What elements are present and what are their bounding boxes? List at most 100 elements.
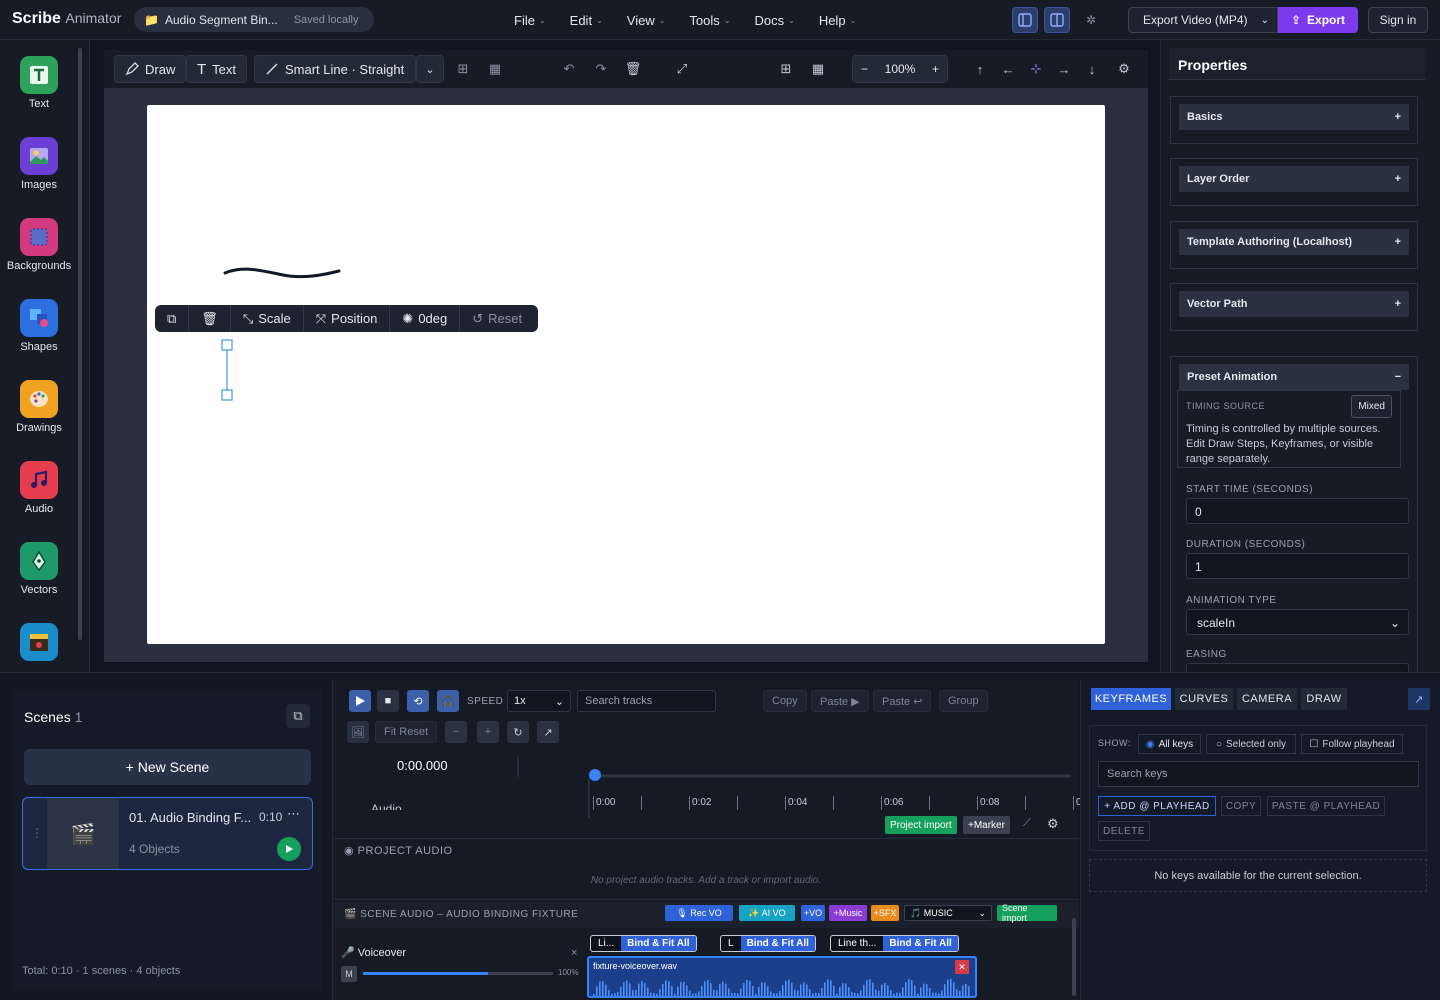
music-select[interactable]: 🎵 MUSIC ⌄ (904, 905, 992, 921)
edit-icon[interactable]: ⟋ (1023, 817, 1031, 830)
tab-keyframes[interactable]: KEYFRAMES (1091, 688, 1171, 710)
bind-fit-button-1[interactable]: Bind & Fit All (621, 936, 696, 951)
expand-icon[interactable]: ↗ (537, 721, 559, 743)
add-sfx-button[interactable]: +SFX (871, 905, 899, 921)
section-layer-order-header[interactable]: Layer Order + (1179, 166, 1409, 192)
start-time-input[interactable]: 0 (1186, 498, 1409, 524)
animation-type-select[interactable]: scaleIn ⌄ (1186, 609, 1409, 635)
search-keys-input[interactable]: Search keys (1098, 761, 1419, 787)
snap-grid-icon[interactable]: ▦ (804, 55, 832, 83)
grid-icon[interactable]: ⊞ (772, 55, 800, 83)
menu-tools[interactable]: Tools ⌄ (677, 13, 742, 28)
menu-file[interactable]: File ⌄ (502, 13, 558, 28)
gear-icon[interactable]: ⚙ (1047, 816, 1059, 832)
bind-fit-button-2[interactable]: Bind & Fit All (740, 936, 815, 951)
library-shapes[interactable]: Shapes (0, 299, 78, 353)
clip-chip-2[interactable]: L Bind & Fit All (720, 935, 816, 952)
zoom-out-icon[interactable]: − (445, 721, 467, 743)
search-tracks-input[interactable]: Search tracks (577, 690, 716, 712)
draw-tool-button[interactable]: Draw (114, 55, 187, 83)
paste-at-playhead-button[interactable]: PASTE @ PLAYHEAD (1267, 796, 1385, 816)
fit-reset-button[interactable]: Fit Reset (375, 721, 438, 743)
duplicate-button[interactable]: ⧉ (155, 305, 190, 332)
project-import-button[interactable]: Project import (885, 816, 957, 834)
rotation-button[interactable]: ✺ 0deg (390, 305, 461, 332)
trash-icon[interactable]: 🗑 (619, 55, 647, 83)
record-vo-button[interactable]: 🎙 Rec VO (665, 905, 733, 921)
library-audio[interactable]: Audio (0, 461, 78, 515)
arrow-left-icon[interactable]: ← (994, 55, 1022, 83)
menu-view[interactable]: View ⌄ (615, 13, 678, 28)
library-drawings[interactable]: Drawings (0, 380, 78, 434)
duration-input[interactable]: 1 (1186, 553, 1409, 579)
redo-icon[interactable]: ↷ (587, 55, 615, 83)
center-icon[interactable]: ⊹ (1022, 55, 1050, 83)
section-vector-path-header[interactable]: Vector Path + (1179, 291, 1409, 317)
remove-track-icon[interactable]: × (571, 947, 577, 959)
library-clapper[interactable] (0, 623, 78, 665)
ai-vo-button[interactable]: ✨ AI VO (739, 905, 795, 921)
ungroup-icon[interactable]: ▦ (481, 55, 509, 83)
export-format-select[interactable]: Export Video (MP4) ⌄ (1128, 7, 1278, 33)
duplicate-scene-button[interactable]: ⧉ (286, 704, 310, 728)
filter-all-keys[interactable]: ◉ All keys (1138, 734, 1201, 754)
scene-canvas[interactable] (147, 105, 1105, 644)
headphones-button[interactable]: 🎧 (437, 690, 459, 712)
clip-chip-3[interactable]: Line th... Bind & Fit All (830, 935, 959, 952)
fullscreen-icon[interactable]: ⤢ (668, 55, 696, 83)
drawn-stroke[interactable] (223, 265, 343, 285)
loop-button[interactable]: ⟲ (407, 690, 429, 712)
playhead-handle[interactable] (589, 769, 601, 781)
section-basics-header[interactable]: Basics + (1179, 104, 1409, 130)
text-tool-button[interactable]: T Text (186, 55, 248, 83)
library-text[interactable]: Text (0, 56, 78, 110)
position-button[interactable]: ⤧ Position (304, 305, 391, 332)
layout-left-panel-button[interactable] (1012, 7, 1038, 33)
scene-import-button[interactable]: Scene import (997, 903, 1057, 923)
library-scrollbar[interactable] (78, 48, 82, 640)
volume-slider[interactable] (363, 972, 553, 975)
play-button[interactable] (349, 690, 371, 712)
popout-icon[interactable]: ↗ (1408, 688, 1430, 710)
add-marker-button[interactable]: +Marker (963, 816, 1010, 834)
paste-insert-button[interactable]: Paste ↩ (873, 690, 932, 712)
smart-line-dropdown[interactable]: ⌄ (416, 55, 444, 83)
zoom-in-icon[interactable]: + (932, 62, 939, 76)
copy-keys-button[interactable]: COPY (1221, 796, 1261, 816)
add-vo-button[interactable]: +VO (801, 905, 825, 921)
filter-selected-only[interactable]: ○ Selected only (1206, 734, 1296, 754)
reset-button[interactable]: ↺ Reset (460, 305, 534, 332)
clip-chip-1[interactable]: Li... Bind & Fit All (590, 935, 697, 952)
scene-card[interactable]: ⋮⋮ 🎬 01. Audio Binding F... 0:10 ⋯ 4 Obj… (22, 797, 313, 870)
more-icon[interactable]: ⋯ (287, 806, 300, 822)
smart-line-tool-button[interactable]: Smart Line · Straight (254, 55, 416, 83)
layout-right-panel-button[interactable] (1044, 7, 1070, 33)
new-scene-button[interactable]: + New Scene (24, 749, 311, 785)
bind-fit-button-3[interactable]: Bind & Fit All (883, 936, 958, 951)
copy-button[interactable]: Copy (763, 690, 807, 712)
scale-button[interactable]: ⤡ Scale (231, 305, 304, 332)
zoom-in-icon[interactable]: + (477, 721, 499, 743)
play-scene-button[interactable] (277, 837, 301, 861)
arrow-down-icon[interactable]: ↓ (1078, 55, 1106, 83)
sign-in-button[interactable]: Sign in (1368, 7, 1428, 33)
easing-select[interactable] (1186, 663, 1409, 672)
add-at-playhead-button[interactable]: + ADD @ PLAYHEAD (1098, 796, 1216, 816)
menu-help[interactable]: Help ⌄ (807, 13, 868, 28)
speed-select[interactable]: 1x ⌄ (507, 690, 571, 712)
section-template-authoring-header[interactable]: Template Authoring (Localhost) + (1179, 229, 1409, 255)
timeline-scrollbar[interactable] (1072, 918, 1076, 996)
arrow-up-icon[interactable]: ↑ (966, 55, 994, 83)
tab-draw[interactable]: DRAW (1301, 688, 1347, 710)
audio-clip[interactable]: fixture-voiceover.wav ✕ (587, 956, 977, 998)
group-icon[interactable]: ⊞ (449, 55, 477, 83)
delete-button[interactable]: 🗑 (189, 305, 231, 332)
mute-button[interactable]: M (341, 966, 357, 982)
library-backgrounds[interactable]: Backgrounds (0, 218, 78, 272)
timing-mixed-badge[interactable]: Mixed (1351, 395, 1392, 418)
library-images[interactable]: Images (0, 137, 78, 191)
export-button[interactable]: ⇪ Export (1278, 7, 1358, 33)
group-button[interactable]: Group (939, 690, 988, 712)
stop-button[interactable]: ■ (377, 690, 399, 712)
library-vectors[interactable]: Vectors (0, 542, 78, 596)
